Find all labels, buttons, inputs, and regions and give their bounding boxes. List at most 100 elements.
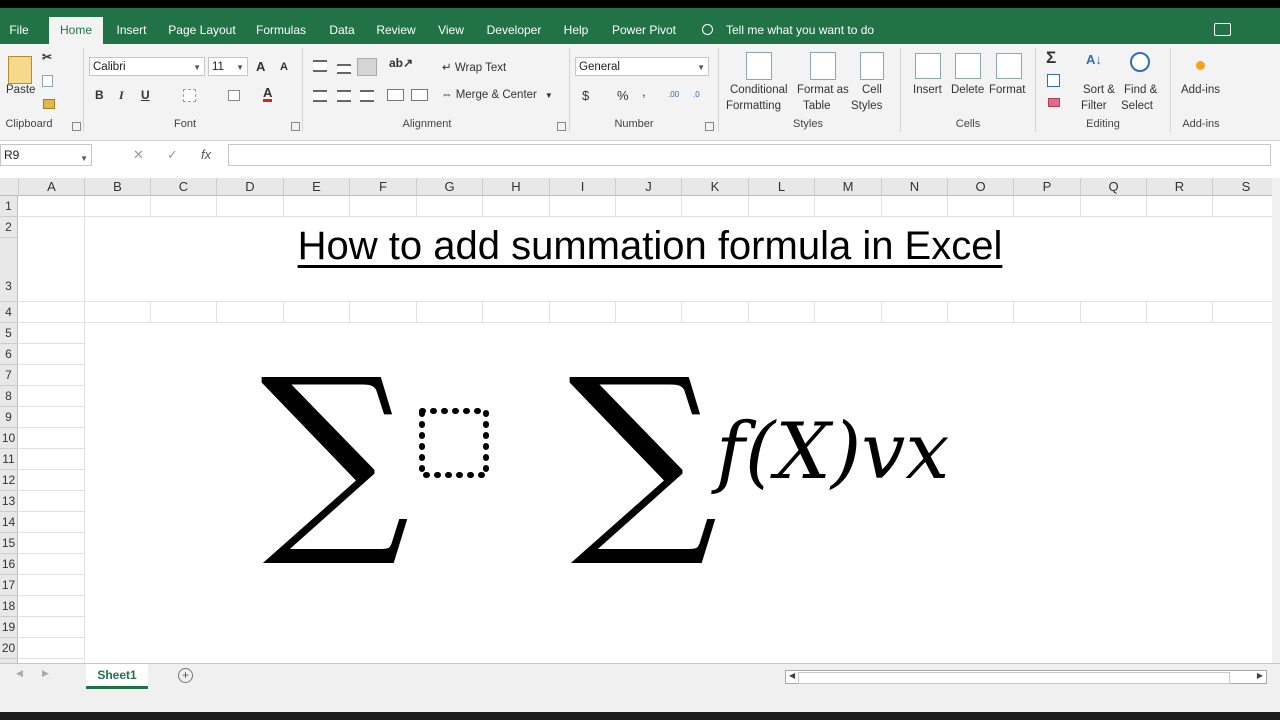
cell-styles-icon[interactable] <box>860 52 884 80</box>
orientation-icon[interactable]: ab↗ <box>389 56 413 70</box>
row-header-8[interactable]: 8 <box>0 386 18 407</box>
row-header-12[interactable]: 12 <box>0 470 18 491</box>
tab-data[interactable]: Data <box>322 17 362 44</box>
sort-filter-icon[interactable]: A↓ <box>1086 52 1102 67</box>
cancel-icon[interactable]: ✕ <box>133 147 144 163</box>
column-header-o[interactable]: O <box>948 178 1014 196</box>
align-middle-icon[interactable] <box>337 64 351 74</box>
sheet-tab-sheet1[interactable]: Sheet1 <box>86 664 148 689</box>
increase-decimal-icon[interactable]: .00 <box>668 90 679 99</box>
worksheet-grid[interactable]: A B C D E F G H I J K L M N O P Q R S 1 2 3 4 5 6 7 8 9 10 11 12 13 14 15… <box>0 178 1272 663</box>
column-header-p[interactable]: P <box>1014 178 1081 196</box>
underline-button[interactable]: U <box>141 88 150 102</box>
tab-view[interactable]: View <box>432 17 470 44</box>
column-header-a[interactable]: A <box>19 178 85 196</box>
tab-insert[interactable]: Insert <box>109 17 154 44</box>
tab-home[interactable]: Home <box>49 17 103 44</box>
italic-button[interactable]: I <box>119 88 124 103</box>
comments-icon[interactable] <box>1214 23 1231 36</box>
row-header-19[interactable]: 19 <box>0 617 18 638</box>
scroll-left-icon[interactable]: ◀ <box>16 668 23 679</box>
find-select-icon[interactable] <box>1130 52 1150 72</box>
sort-filter-label-1[interactable]: Sort & <box>1083 84 1115 96</box>
row-header-18[interactable]: 18 <box>0 596 18 617</box>
delete-cells-icon[interactable] <box>955 53 981 79</box>
insert-cells-button[interactable]: Insert <box>913 84 942 96</box>
column-header-b[interactable]: B <box>85 178 151 196</box>
find-select-label-1[interactable]: Find & <box>1124 84 1157 96</box>
delete-cells-button[interactable]: Delete <box>951 84 984 96</box>
select-all-corner[interactable] <box>0 178 19 196</box>
row-header-6[interactable]: 6 <box>0 344 18 365</box>
column-header-f[interactable]: F <box>350 178 417 196</box>
row-header-13[interactable]: 13 <box>0 491 18 512</box>
clear-icon[interactable] <box>1048 98 1060 107</box>
align-center-icon[interactable] <box>337 90 351 102</box>
clipboard-launcher-icon[interactable] <box>72 122 81 131</box>
column-header-c[interactable]: C <box>151 178 217 196</box>
decrease-decimal-icon[interactable]: .0 <box>693 90 700 99</box>
tab-file[interactable]: File <box>0 17 38 44</box>
column-header-e[interactable]: E <box>284 178 350 196</box>
cell-styles-label-1[interactable]: Cell <box>862 84 882 96</box>
addins-button[interactable]: Add-ins <box>1181 84 1220 96</box>
grow-font-button[interactable]: A <box>256 59 265 74</box>
formula-input[interactable] <box>228 144 1271 166</box>
autosum-icon[interactable]: Σ <box>1046 48 1056 68</box>
format-as-table-label-1[interactable]: Format as <box>797 84 849 96</box>
column-header-j[interactable]: J <box>616 178 682 196</box>
column-header-q[interactable]: Q <box>1081 178 1147 196</box>
column-header-s[interactable]: S <box>1213 178 1272 196</box>
row-header-9[interactable]: 9 <box>0 407 18 428</box>
tab-power-pivot[interactable]: Power Pivot <box>606 17 682 44</box>
column-header-l[interactable]: L <box>749 178 815 196</box>
column-header-h[interactable]: H <box>483 178 550 196</box>
tell-me-search[interactable]: Tell me what you want to do <box>702 17 874 44</box>
tab-review[interactable]: Review <box>370 17 422 44</box>
scroll-left-arrow-icon[interactable]: ◀ <box>789 671 795 680</box>
number-format-select[interactable]: General ▼ <box>575 57 709 76</box>
column-header-g[interactable]: G <box>417 178 483 196</box>
tab-help[interactable]: Help <box>556 17 596 44</box>
cell-styles-label-2[interactable]: Styles <box>851 100 882 112</box>
row-header-20[interactable]: 20 <box>0 638 18 659</box>
merge-center-button[interactable]: ⇔ Merge & Center ▼ <box>441 89 553 101</box>
font-color-icon[interactable]: A <box>263 86 273 102</box>
row-header-10[interactable]: 10 <box>0 428 18 449</box>
conditional-formatting-label-2[interactable]: Formatting <box>726 100 781 112</box>
scroll-right-arrow-icon[interactable]: ▶ <box>1257 671 1263 680</box>
row-header-14[interactable]: 14 <box>0 512 18 533</box>
percent-button[interactable]: % <box>617 88 629 103</box>
column-header-i[interactable]: I <box>550 178 616 196</box>
sort-filter-label-2[interactable]: Filter <box>1081 100 1107 112</box>
comma-button[interactable]: , <box>642 84 646 99</box>
vertical-scrollbar[interactable] <box>1272 178 1280 671</box>
row-header-16[interactable]: 16 <box>0 554 18 575</box>
fill-icon[interactable] <box>1047 74 1060 87</box>
conditional-formatting-label-1[interactable]: Conditional <box>730 84 788 96</box>
insert-function-icon[interactable]: fx <box>201 147 211 162</box>
format-cells-icon[interactable] <box>996 53 1022 79</box>
row-header-5[interactable]: 5 <box>0 323 18 344</box>
row-header-17[interactable]: 17 <box>0 575 18 596</box>
format-cells-button[interactable]: Format <box>989 84 1025 96</box>
enter-icon[interactable]: ✓ <box>167 147 178 163</box>
column-header-m[interactable]: M <box>815 178 882 196</box>
currency-button[interactable]: $ <box>582 88 589 103</box>
find-select-label-2[interactable]: Select <box>1121 100 1153 112</box>
addins-icon[interactable] <box>1196 61 1205 70</box>
alignment-launcher-icon[interactable] <box>557 122 566 131</box>
font-name-select[interactable]: Calibri ▼ <box>89 57 205 76</box>
column-header-k[interactable]: K <box>682 178 749 196</box>
borders-icon[interactable] <box>183 89 196 102</box>
column-header-r[interactable]: R <box>1147 178 1213 196</box>
row-header-11[interactable]: 11 <box>0 449 18 470</box>
insert-cells-icon[interactable] <box>915 53 941 79</box>
font-launcher-icon[interactable] <box>291 122 300 131</box>
align-right-icon[interactable] <box>360 90 374 102</box>
column-header-d[interactable]: D <box>217 178 284 196</box>
align-top-icon[interactable] <box>313 60 327 72</box>
paste-icon[interactable] <box>8 56 32 84</box>
name-box[interactable]: R9 ▼ <box>0 144 92 166</box>
bold-button[interactable]: B <box>95 88 104 102</box>
